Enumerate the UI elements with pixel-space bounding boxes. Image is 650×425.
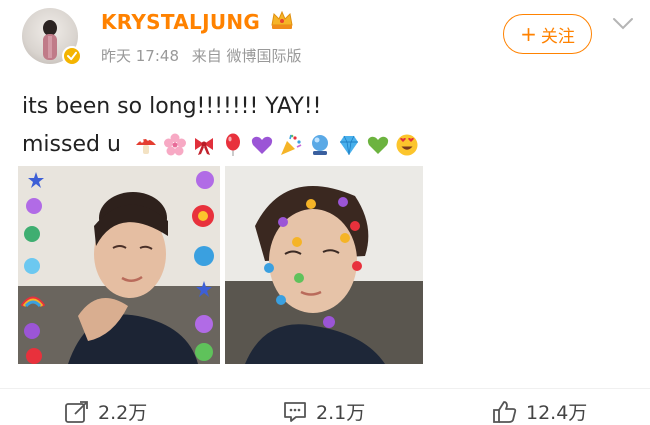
photo-icon (18, 166, 220, 364)
like-count: 12.4万 (526, 402, 588, 424)
comment-icon (284, 401, 306, 422)
heart-eyes-icon (396, 134, 418, 156)
verified-badge-icon (62, 46, 82, 66)
ribbon-icon (194, 138, 213, 155)
follow-label: 关注 (540, 26, 575, 47)
emoji-row (134, 133, 419, 157)
post-time: 昨天 17:48 (101, 47, 179, 65)
follow-button[interactable]: + 关注 (503, 14, 592, 54)
like-icon (493, 400, 517, 423)
gem-icon (339, 135, 358, 156)
comment-count: 2.1万 (316, 402, 366, 424)
crown-icon (270, 9, 294, 31)
post-photo-1[interactable] (18, 166, 220, 364)
repost-count: 2.2万 (98, 402, 148, 424)
crystal-ball-icon (311, 135, 328, 155)
chevron-down-icon[interactable] (612, 16, 634, 30)
cherry-blossom-icon (163, 133, 186, 156)
mushroom-icon (135, 137, 156, 154)
green-heart-icon (367, 136, 389, 154)
purple-heart-icon (251, 136, 273, 154)
repost-icon (65, 400, 88, 423)
post-text: its been so long!!!!!!! YAY!! missed u (22, 88, 419, 164)
like-button[interactable]: 12.4万 (492, 398, 587, 425)
post-photo-2[interactable] (225, 166, 423, 364)
plus-icon: + (520, 22, 537, 46)
post-source[interactable]: 来自 微博国际版 (192, 47, 302, 65)
comment-button[interactable]: 2.1万 (282, 398, 365, 425)
post-meta: 昨天 17:48 来自 微博国际版 (101, 45, 310, 66)
action-divider (0, 388, 650, 389)
post-text-line2-wrap: missed u (22, 126, 419, 164)
post-text-line2: missed u (22, 132, 121, 157)
post-text-line1: its been so long!!!!!!! YAY!! (22, 94, 322, 119)
party-popper-icon (280, 134, 302, 155)
photo-icon (225, 166, 423, 364)
balloon-icon (225, 133, 240, 156)
author-name[interactable]: KRYSTALJUNG (101, 10, 260, 34)
repost-button[interactable]: 2.2万 (64, 398, 147, 425)
